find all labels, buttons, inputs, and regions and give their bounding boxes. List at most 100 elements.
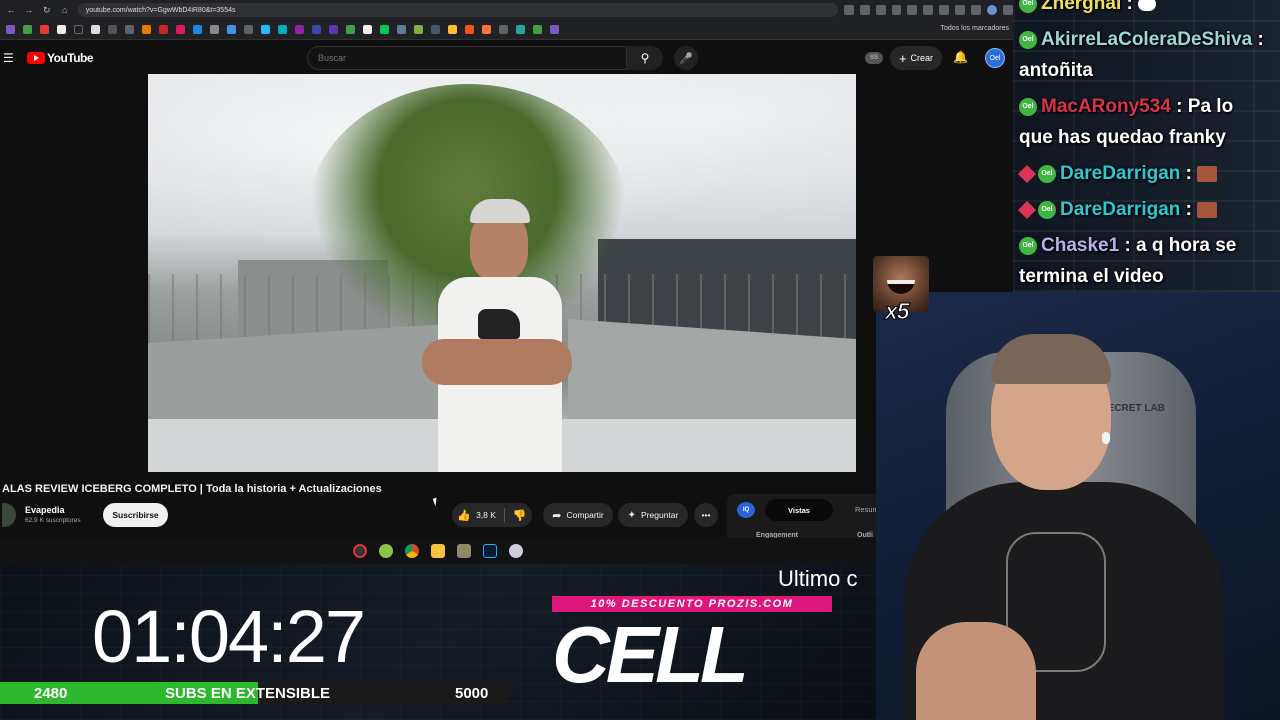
bookmark-icon[interactable] — [57, 25, 66, 34]
notifications-bell-icon[interactable]: 🔔 — [953, 50, 968, 64]
more-actions-button[interactable]: ••• — [694, 503, 718, 527]
chat-text: : — [1180, 163, 1198, 184]
channel-name[interactable]: Evapedia — [25, 505, 65, 515]
bookmark-icon[interactable] — [482, 25, 491, 34]
app-icon[interactable] — [457, 544, 471, 558]
extension-icon[interactable] — [907, 5, 918, 15]
bookmark-icon[interactable] — [448, 25, 457, 34]
chat-badge-icon: Oel — [1019, 97, 1037, 116]
bookmark-icon[interactable] — [125, 25, 134, 34]
bookmark-icon[interactable] — [244, 25, 253, 34]
dislike-button[interactable]: 👎 — [513, 509, 527, 522]
chat-text: : — [1180, 199, 1198, 220]
bookmark-icon[interactable] — [431, 25, 440, 34]
bookmark-icon[interactable] — [465, 25, 474, 34]
share-button[interactable]: ➦ Compartir — [543, 503, 613, 527]
bookmark-icon[interactable] — [210, 25, 219, 34]
tab-views[interactable]: Vistas — [765, 499, 833, 521]
bookmark-icon[interactable] — [295, 25, 304, 34]
thumbs-down-icon: 👎 — [512, 509, 527, 522]
downloads-icon[interactable] — [955, 5, 966, 15]
chat-text: : — [1121, 0, 1139, 14]
bookmark-icon[interactable] — [329, 25, 338, 34]
bookmark-icon[interactable] — [142, 25, 151, 34]
bookmark-icon[interactable] — [380, 25, 389, 34]
url-field[interactable]: youtube.com/watch?v=GgwWbD4iR80&t=3554s — [77, 3, 838, 17]
ask-button[interactable]: ✦ Preguntar — [618, 503, 688, 527]
bookmark-icon[interactable] — [261, 25, 270, 34]
back-icon[interactable]: ← — [4, 3, 18, 17]
subs-current: 2480 — [34, 685, 68, 702]
chat-text: termina el video — [1019, 266, 1164, 287]
zoom-icon[interactable] — [843, 5, 854, 15]
webcam-feed: SECRET LAB — [876, 292, 1280, 720]
emote-icon — [1197, 201, 1218, 218]
ask-label: Preguntar — [641, 510, 679, 520]
bookmark-icon[interactable] — [499, 25, 508, 34]
bookmark-icon[interactable] — [23, 25, 32, 34]
spotify-icon[interactable] — [379, 544, 393, 558]
like-button[interactable]: 👍 3,8 K — [457, 509, 496, 522]
bookmark-icon[interactable] — [193, 25, 202, 34]
bookmark-icon[interactable] — [550, 25, 559, 34]
profile-icon[interactable] — [987, 5, 998, 15]
subscribe-button[interactable]: Suscribirse — [103, 503, 168, 527]
youtube-logo[interactable]: YouTube — [27, 51, 94, 65]
all-bookmarks-link[interactable]: Todos los marcadores — [941, 25, 1009, 32]
shirt-logo — [478, 309, 520, 339]
panel-logo-icon[interactable]: IQ — [737, 502, 755, 518]
install-icon[interactable] — [859, 5, 870, 15]
bookmark-icon[interactable] — [278, 25, 287, 34]
app-icon[interactable] — [509, 544, 523, 558]
chrome-icon[interactable] — [405, 544, 419, 558]
bookmark-icon[interactable] — [312, 25, 321, 34]
bookmark-icon[interactable] — [159, 25, 168, 34]
bookmark-star-icon[interactable] — [875, 5, 886, 15]
chat-badge-icon: Oel — [1019, 236, 1037, 255]
bookmark-icon[interactable] — [91, 25, 100, 34]
user-avatar[interactable]: Oel — [985, 48, 1005, 68]
bookmark-icon[interactable] — [108, 25, 117, 34]
stream-layout: ← → ↻ ⌂ youtube.com/watch?v=GgwWbD4iR80&… — [0, 0, 1280, 720]
channel-avatar[interactable] — [2, 503, 16, 527]
forward-icon[interactable]: → — [22, 3, 36, 17]
bookmark-icon[interactable] — [40, 25, 49, 34]
countdown-timer: 01:04:27 — [92, 595, 366, 678]
bookmark-icon[interactable] — [414, 25, 423, 34]
search-button[interactable]: ⚲ — [627, 46, 663, 70]
sidebar-icon[interactable] — [971, 5, 982, 15]
bookmark-icon[interactable] — [533, 25, 542, 34]
reload-icon[interactable]: ↻ — [40, 3, 54, 17]
bookmark-icon[interactable] — [346, 25, 355, 34]
chat-message: Oel AkirreLaColeraDeShiva : — [1019, 24, 1264, 56]
photoshop-icon[interactable] — [483, 544, 497, 558]
video-title: ALAS REVIEW ICEBERG COMPLETO | Toda la h… — [2, 483, 382, 495]
extension-icon[interactable] — [891, 5, 902, 15]
home-icon[interactable]: ⌂ — [58, 3, 72, 17]
bookmark-icon[interactable] — [176, 25, 185, 34]
more-dots-icon: ••• — [701, 510, 711, 520]
thumbs-up-icon: 👍 — [457, 509, 472, 522]
bookmark-icon[interactable] — [74, 25, 83, 34]
sparkle-icon: ✦ — [627, 509, 637, 521]
video-player[interactable] — [148, 74, 856, 472]
obs-icon[interactable] — [353, 544, 367, 558]
extension-badge[interactable]: SS — [865, 52, 883, 64]
search-input[interactable] — [307, 46, 627, 70]
extensions-puzzle-icon[interactable] — [939, 5, 950, 15]
create-button[interactable]: + Crear — [890, 46, 942, 70]
bookmark-icon[interactable] — [6, 25, 15, 34]
file-explorer-icon[interactable] — [431, 544, 445, 558]
microphone-icon: 🎤 — [679, 52, 693, 65]
bookmark-icon[interactable] — [397, 25, 406, 34]
bookmark-icon[interactable] — [227, 25, 236, 34]
menu-dots-icon[interactable] — [1003, 5, 1013, 15]
bookmark-icon[interactable] — [516, 25, 525, 34]
voice-search-button[interactable]: 🎤 — [674, 46, 698, 70]
extension-icon[interactable] — [923, 5, 934, 15]
chat-badge-icon: Oel — [1038, 200, 1056, 219]
hamburger-menu-icon[interactable]: ☰ — [3, 51, 17, 65]
youtube-play-icon — [27, 52, 45, 64]
bookmark-icon[interactable] — [363, 25, 372, 34]
earbud — [1102, 432, 1110, 444]
